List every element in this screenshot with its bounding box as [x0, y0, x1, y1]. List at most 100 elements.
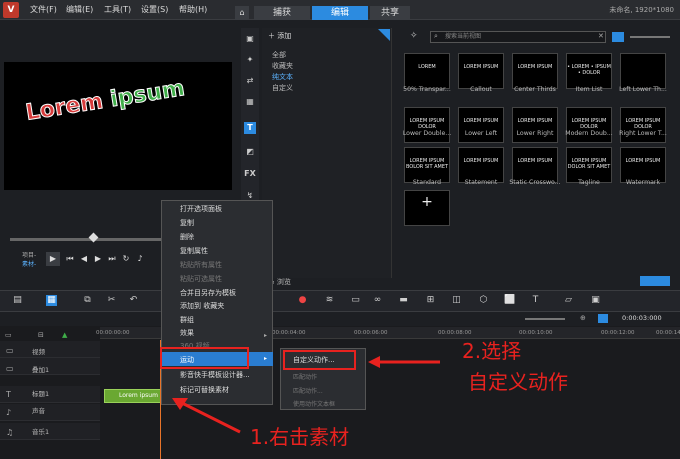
zoom-slider[interactable]	[525, 318, 565, 320]
step-forward-icon[interactable]: ▶	[93, 254, 103, 264]
panel-options-icon[interactable]	[640, 276, 670, 286]
morph-icon[interactable]: ⬡	[478, 295, 489, 306]
title-thumb[interactable]: • LOREM • IPSUM • DOLOR	[566, 53, 612, 89]
title-thumb[interactable]: LOREM IPSUM	[458, 107, 504, 143]
category-favorites[interactable]: 收藏夹	[272, 61, 293, 71]
context-menu-item[interactable]: 添加到 收藏夹	[180, 301, 224, 311]
tab-share[interactable]: 共享	[370, 6, 410, 20]
storyboard-view-icon[interactable]: ▤	[12, 295, 23, 306]
title-thumb[interactable]: LOREM IPSUM BOLOR SIT AMET	[404, 147, 450, 183]
title-thumb-label: Callout	[470, 86, 492, 93]
view-mode-icon[interactable]	[612, 32, 624, 42]
text-icon[interactable]: T	[244, 122, 256, 134]
search-input[interactable]: 搜索当前视图	[430, 31, 606, 43]
ruler-tick-label: 00:00:00:00	[96, 330, 130, 336]
title-thumb[interactable]: LOREM IPSUM	[458, 53, 504, 89]
add-title-thumb[interactable]: +	[404, 190, 450, 226]
tab-capture[interactable]: 捕获	[254, 6, 310, 20]
chapter-icon[interactable]: ▣	[590, 295, 601, 306]
menu-edit[interactable]: 编辑(E)	[66, 4, 93, 15]
tab-edit[interactable]: 编辑	[312, 6, 368, 20]
context-menu-item[interactable]: 效果	[180, 328, 194, 338]
split-screen-icon[interactable]: ⊞	[425, 295, 436, 306]
context-menu-item[interactable]: 合并目另存为模板	[180, 288, 236, 298]
title-thumb[interactable]: LOREM IPSUM	[512, 53, 558, 89]
zoom-plus-icon[interactable]: ⊕	[580, 314, 586, 322]
mask-icon[interactable]: ◫	[451, 295, 462, 306]
timeline-view-icon[interactable]: ▦	[46, 295, 57, 306]
sparkle-icon[interactable]: ✧	[410, 31, 418, 41]
play-icon[interactable]: ▶	[46, 252, 60, 266]
category-all[interactable]: 全部	[272, 50, 286, 60]
fx-icon[interactable]: FX	[244, 168, 256, 180]
speech-icon[interactable]: ▱	[563, 295, 574, 306]
submenu-item[interactable]: 匹配动作	[293, 372, 317, 381]
subtitle-icon[interactable]: ▬	[398, 295, 409, 306]
context-menu-item[interactable]: 影音快手模板设计器...	[180, 370, 250, 380]
submenu-item[interactable]: 使用动作文本框	[293, 399, 335, 408]
text-tool-icon[interactable]: T	[530, 295, 541, 306]
clear-search-icon[interactable]: ✕	[598, 32, 604, 40]
transition-tool-icon[interactable]: ⬜	[504, 295, 515, 306]
title-thumb[interactable]: LOREM IPSUM	[620, 147, 666, 183]
context-menu-item[interactable]: 粘贴所有属性	[180, 260, 222, 270]
title-thumb[interactable]: LOREM IPSUM DOLOR	[404, 107, 450, 143]
context-menu-item[interactable]: 打开选项面板	[180, 204, 222, 214]
volume-icon[interactable]: ♪	[135, 254, 145, 264]
chapter-marker-icon[interactable]: ⊟	[38, 331, 44, 339]
scrub-knob[interactable]	[88, 232, 99, 243]
context-menu-item[interactable]: 删除	[180, 232, 194, 242]
menu-help[interactable]: 帮助(H)	[179, 4, 207, 15]
submenu-arrow-360-icon: ▸	[264, 332, 268, 339]
title-thumb[interactable]	[620, 53, 666, 89]
home-icon[interactable]: ⌂	[235, 6, 249, 20]
add-category-button[interactable]: ＋ 添加	[268, 31, 291, 41]
title-thumb[interactable]: LOREM IPSUM DOLOR SIT AMET	[566, 147, 612, 183]
menu-settings[interactable]: 设置(S)	[141, 4, 168, 15]
category-custom[interactable]: 自定义	[272, 83, 293, 93]
menu-file[interactable]: 文件(F)	[30, 4, 57, 15]
ruler-tick-label: 00:00:06:00	[354, 330, 388, 336]
transition-icon[interactable]: ⇄	[244, 75, 256, 87]
title-thumb[interactable]: LOREM IPSUM DOLOR	[620, 107, 666, 143]
motion-track-icon[interactable]: ∞	[372, 295, 383, 306]
title-thumb[interactable]: LOREM IPSUM DOLOR	[566, 107, 612, 143]
instant-project-icon[interactable]: ✦	[244, 54, 256, 66]
track-overlay	[0, 358, 100, 375]
fit-project-icon[interactable]	[598, 314, 608, 323]
context-menu-item[interactable]: 群组	[180, 315, 194, 325]
title-thumb[interactable]: LOREM	[404, 53, 450, 89]
undo-icon[interactable]: ↶	[128, 295, 139, 306]
title-thumb[interactable]: LOREM IPSUM	[512, 107, 558, 143]
project-mode-label[interactable]: 项目-	[22, 250, 36, 259]
menu-tools[interactable]: 工具(T)	[104, 4, 131, 15]
submenu-item[interactable]: 匹配动作...	[293, 386, 323, 395]
track-name-music: 音乐1	[32, 428, 50, 436]
title-thumb[interactable]: LOREM IPSUM	[512, 147, 558, 183]
title-icon[interactable]: ▦	[244, 96, 256, 108]
preview-window[interactable]	[4, 62, 232, 190]
step-back-icon[interactable]: ◀	[79, 254, 89, 264]
prev-icon[interactable]: ⏮	[65, 254, 75, 264]
category-plain-text[interactable]: 纯文本	[272, 72, 293, 82]
next-icon[interactable]: ⏭	[107, 254, 117, 264]
timeline-toolbar	[0, 290, 680, 312]
context-menu-item[interactable]: 粘贴可选属性	[180, 274, 222, 284]
title-thumb[interactable]: LOREM IPSUM	[458, 147, 504, 183]
context-menu-item[interactable]: 标记可替换素材	[180, 385, 229, 395]
graphic-icon[interactable]: ◩	[244, 146, 256, 158]
thumbnail-size-slider[interactable]	[630, 36, 670, 38]
clip-mode-label[interactable]: 素材-	[22, 259, 36, 268]
timecode-display[interactable]: 0:00:03:000	[622, 314, 662, 322]
repeat-icon[interactable]: ↻	[121, 254, 131, 264]
track-manager-icon[interactable]: ▭	[5, 331, 12, 339]
record-icon[interactable]: ●	[297, 295, 308, 306]
mixer-icon[interactable]: ≋	[324, 295, 335, 306]
auto-music-icon[interactable]: ▭	[350, 295, 361, 306]
context-menu-item[interactable]: 复制属性	[180, 246, 208, 256]
add-marker-icon[interactable]: ▲	[62, 331, 67, 339]
context-menu-item[interactable]: 复制	[180, 218, 194, 228]
media-icon[interactable]: ▣	[244, 33, 256, 45]
split-icon[interactable]: ✂	[106, 295, 117, 306]
copy-icon[interactable]: ⧉	[82, 295, 93, 306]
